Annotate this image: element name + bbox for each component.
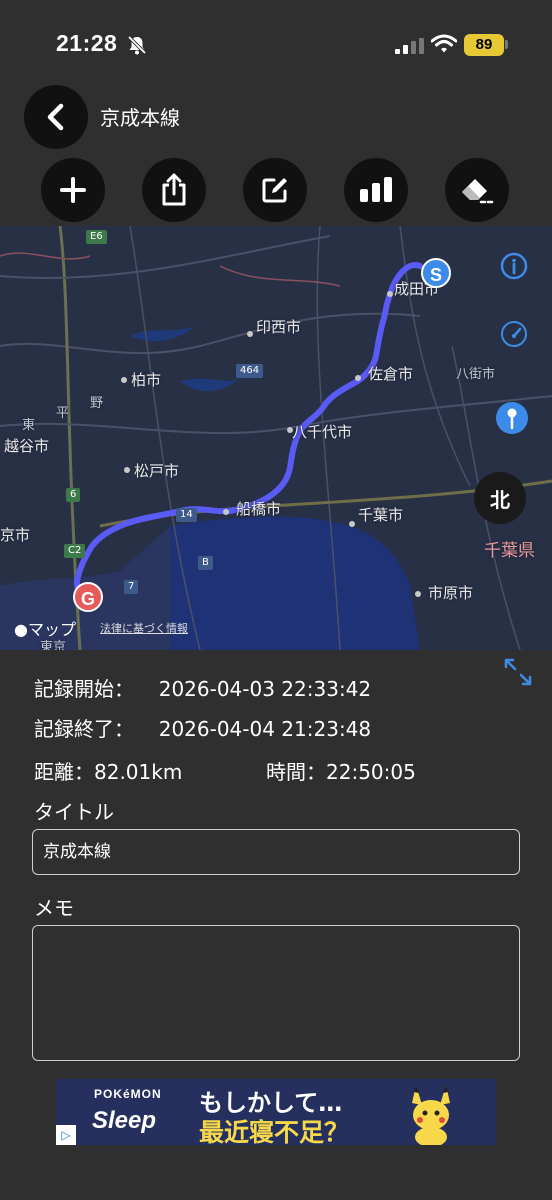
map-pin-icon: [507, 408, 517, 430]
map-label-yachiyo: 八千代市: [292, 423, 353, 441]
status-bar: 21:28 89: [0, 0, 552, 90]
record-start-value: 2026-04-03 22:33:42: [158, 677, 372, 701]
map-label-inzai: 印西市: [256, 318, 302, 336]
start-pin[interactable]: S: [421, 258, 451, 288]
chevron-left-icon: [47, 103, 64, 131]
page-title: 京成本線: [100, 106, 180, 130]
road-shield: 464: [236, 364, 264, 378]
map-label-matsudo: 松戸市: [134, 462, 180, 480]
map-label-funabashi: 船橋市: [236, 500, 282, 518]
add-button[interactable]: [41, 158, 105, 222]
speedometer-icon: [501, 321, 527, 347]
attribution-text: マップ: [27, 620, 76, 639]
toolbar: [0, 158, 552, 224]
status-time: 21:28: [56, 30, 118, 56]
distance-value: 82.01km: [94, 760, 183, 784]
map-label-koshigaya: 越谷市: [4, 437, 50, 455]
signal-icon: [395, 38, 424, 54]
share-icon: [162, 173, 186, 206]
location-pin-button[interactable]: [496, 402, 528, 434]
back-button[interactable]: [24, 85, 88, 149]
bar-chart-icon: [360, 177, 392, 202]
map-label-chiba-pref: 千葉県: [484, 541, 535, 561]
pikachu-icon: [412, 1085, 450, 1145]
lake: [180, 378, 240, 392]
road-shield: E6: [86, 230, 107, 244]
duration-label: 時間：: [266, 760, 326, 784]
info-icon: [500, 252, 528, 280]
legal-link[interactable]: 法律に基づく情報: [100, 620, 188, 636]
apple-maps-attribution: ●マップ: [14, 616, 76, 640]
record-start-row: 記録開始： 2026-04-03 22:33:42: [34, 673, 371, 702]
distance-row: 距離：82.01km: [34, 756, 182, 785]
record-end-value: 2026-04-04 21:23:48: [158, 717, 372, 741]
map-label-kashiwa: 柏市: [131, 371, 162, 389]
plus-icon: [60, 177, 86, 203]
speedometer-button[interactable]: [498, 318, 530, 350]
eraser-icon: [462, 179, 495, 204]
record-end-label: 記録終了：: [34, 717, 134, 741]
ad-brand-top: POKéMON: [94, 1087, 162, 1101]
edit-icon: [262, 178, 287, 203]
record-start-label: 記録開始：: [34, 677, 134, 701]
road-shield: B: [198, 556, 213, 570]
map-label-sakura: 佐倉市: [368, 365, 414, 383]
ad-choices-icon[interactable]: ▷: [56, 1125, 76, 1145]
record-end-row: 記録終了： 2026-04-04 21:23:48: [34, 713, 371, 742]
compass-label: 北: [490, 487, 510, 512]
compass-button[interactable]: 北: [474, 472, 526, 524]
share-button[interactable]: [142, 158, 206, 222]
road-shield: C2: [64, 544, 86, 558]
apple-logo-icon: ●: [14, 620, 28, 639]
map-label-higashi: 東: [22, 418, 36, 433]
road-shield: 7: [124, 580, 139, 594]
map-label-ichihara: 市原市: [428, 584, 474, 602]
bell-slash-icon: [127, 35, 147, 55]
duration-row: 時間：22:50:05: [266, 756, 416, 785]
map-label-tokyo-edge: 京市: [0, 526, 31, 544]
memo-label: メモ: [34, 896, 74, 920]
title-label: タイトル: [34, 800, 114, 824]
map-label-chiba: 千葉市: [358, 506, 404, 524]
map-view[interactable]: 成田市 印西市 柏市 佐倉市 八街市 八千代市 越谷市 東 平 野 松戸市 船橋…: [0, 226, 552, 650]
battery-indicator: 89: [464, 34, 504, 56]
duration-value: 22:50:05: [326, 760, 416, 784]
map-label-yachimata: 八街市: [456, 367, 496, 382]
map-label-no: 野: [90, 396, 104, 411]
ad-banner[interactable]: POKéMON Sleep もしかして… 最近寝不足？ ▷: [56, 1079, 496, 1145]
memo-input[interactable]: [32, 925, 520, 1061]
distance-label: 距離：: [34, 760, 94, 784]
battery-nub: [505, 40, 508, 49]
stats-button[interactable]: [344, 158, 408, 222]
river: [130, 326, 195, 342]
road-shield: 14: [176, 508, 197, 522]
title-input[interactable]: 京成本線: [32, 829, 520, 875]
tokyo-bay: [170, 516, 420, 650]
edit-button[interactable]: [243, 158, 307, 222]
wifi-icon: [431, 34, 457, 53]
ad-subheadline: 最近寝不足？: [199, 1118, 350, 1145]
road-shield: 6: [66, 488, 81, 502]
ad-brand-bottom: Sleep: [92, 1107, 157, 1134]
expand-icon[interactable]: [502, 656, 534, 688]
goal-pin[interactable]: G: [73, 582, 103, 612]
info-button[interactable]: [498, 250, 530, 282]
eraser-button[interactable]: [445, 158, 509, 222]
map-label-hira: 平: [56, 406, 70, 421]
